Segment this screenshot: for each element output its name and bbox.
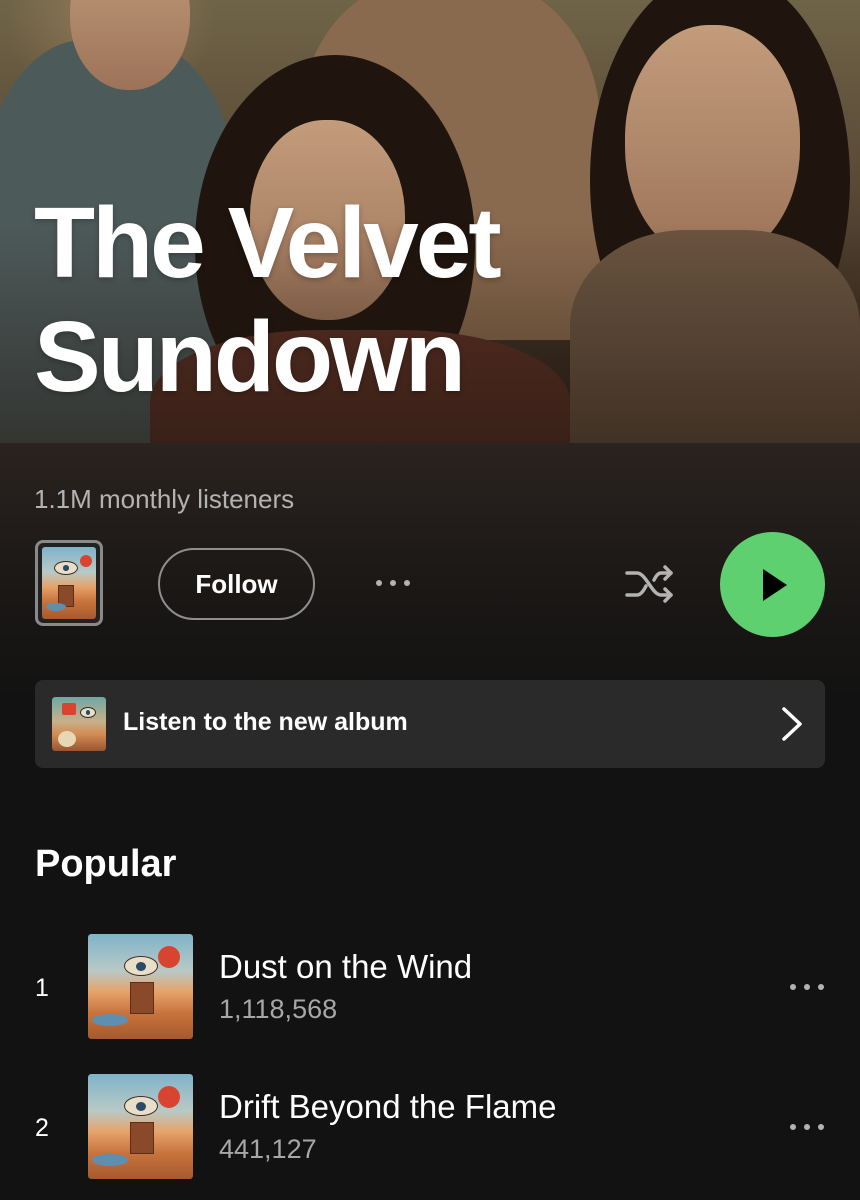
follow-button[interactable]: Follow: [158, 548, 315, 620]
shuffle-icon[interactable]: [624, 562, 676, 606]
monthly-listeners: 1.1M monthly listeners: [34, 484, 295, 514]
more-options-icon[interactable]: [376, 580, 410, 586]
track-row[interactable]: 1 Dust on the Wind 1,118,568: [0, 934, 860, 1040]
play-button[interactable]: [720, 532, 825, 637]
new-album-banner[interactable]: Listen to the new album: [35, 680, 825, 768]
new-album-cover: [52, 697, 106, 751]
track-rank: 1: [35, 974, 49, 1002]
album-art: [42, 547, 96, 619]
track-title: Drift Beyond the Flame: [219, 1088, 557, 1125]
track-cover-art: [88, 934, 193, 1039]
new-album-label: Listen to the new album: [123, 708, 408, 736]
artist-pick-thumbnail[interactable]: [35, 540, 103, 626]
artist-name: The Velvet Sundown: [34, 187, 502, 413]
track-play-count: 441,127: [219, 1134, 317, 1164]
artist-hero-image: The Velvet Sundown: [0, 0, 860, 443]
chevron-right-icon[interactable]: [778, 706, 808, 742]
track-play-count: 1,118,568: [219, 994, 338, 1024]
track-title: Dust on the Wind: [219, 948, 473, 985]
popular-section-title: Popular: [35, 843, 177, 885]
track-row[interactable]: 2 Drift Beyond the Flame 441,127: [0, 1074, 860, 1180]
track-rank: 2: [35, 1114, 49, 1142]
track-more-options-icon[interactable]: [790, 984, 824, 990]
play-icon: [762, 568, 787, 601]
track-more-options-icon[interactable]: [790, 1124, 824, 1130]
track-cover-art: [88, 1074, 193, 1179]
